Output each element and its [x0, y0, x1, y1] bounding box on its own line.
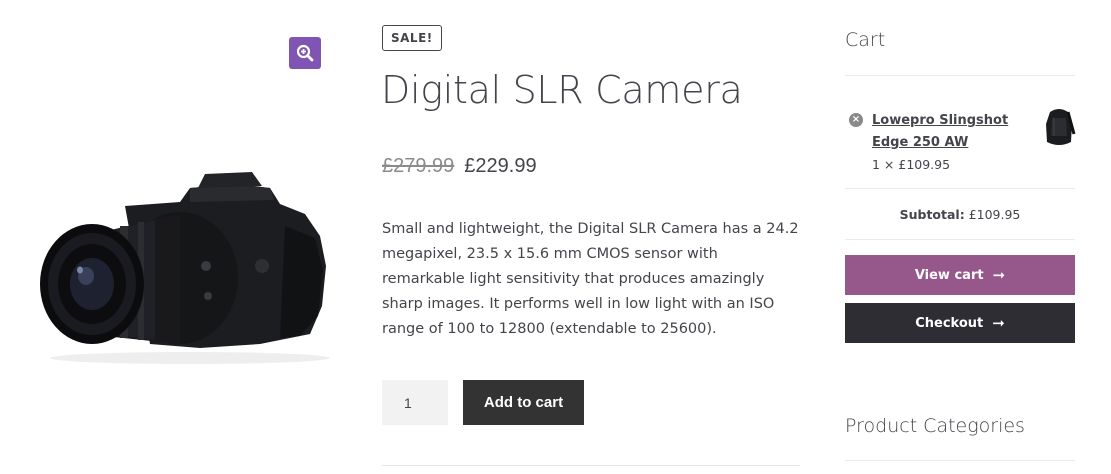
sale-badge: SALE! — [382, 25, 442, 51]
product-title: Digital SLR Camera — [381, 68, 743, 112]
divider — [845, 239, 1075, 240]
cart-item-link[interactable]: Lowepro Slingshot Edge 250 AW — [872, 110, 1032, 154]
view-cart-label: View cart — [914, 267, 984, 283]
product-price: £279.99 £229.99 — [382, 155, 537, 178]
cart-widget-title: Cart — [845, 29, 886, 51]
cart-item-quantity: 1 × £109.95 — [872, 157, 951, 172]
divider — [382, 465, 800, 466]
view-cart-button[interactable]: View cart ➞ — [845, 255, 1075, 295]
subtotal-value: £109.95 — [968, 207, 1021, 222]
product-image-camera[interactable] — [30, 166, 332, 366]
checkout-button[interactable]: Checkout ➞ — [845, 303, 1075, 343]
price-sale: £229.99 — [464, 155, 537, 177]
cart-subtotal: Subtotal: £109.95 — [845, 207, 1075, 222]
zoom-button[interactable] — [289, 37, 321, 69]
product-description: Small and lightweight, the Digital SLR C… — [382, 221, 799, 337]
arrow-right-icon: ➞ — [992, 313, 1005, 332]
product-categories-title: Product Categories — [845, 415, 1025, 437]
remove-x-circle-icon[interactable]: × — [849, 113, 863, 127]
add-to-cart-button[interactable]: Add to cart — [463, 380, 584, 425]
arrow-right-icon: ➞ — [992, 265, 1006, 284]
quantity-input[interactable] — [382, 380, 448, 425]
checkout-label: Checkout — [915, 315, 984, 331]
product-gallery — [30, 28, 340, 368]
divider — [845, 75, 1075, 76]
magnify-plus-icon — [296, 44, 314, 62]
subtotal-label: Subtotal: — [899, 207, 965, 222]
price-original: £279.99 — [382, 155, 455, 177]
divider — [845, 460, 1075, 461]
divider — [845, 188, 1075, 189]
cart-item-thumbnail-backpack[interactable] — [1042, 106, 1076, 148]
